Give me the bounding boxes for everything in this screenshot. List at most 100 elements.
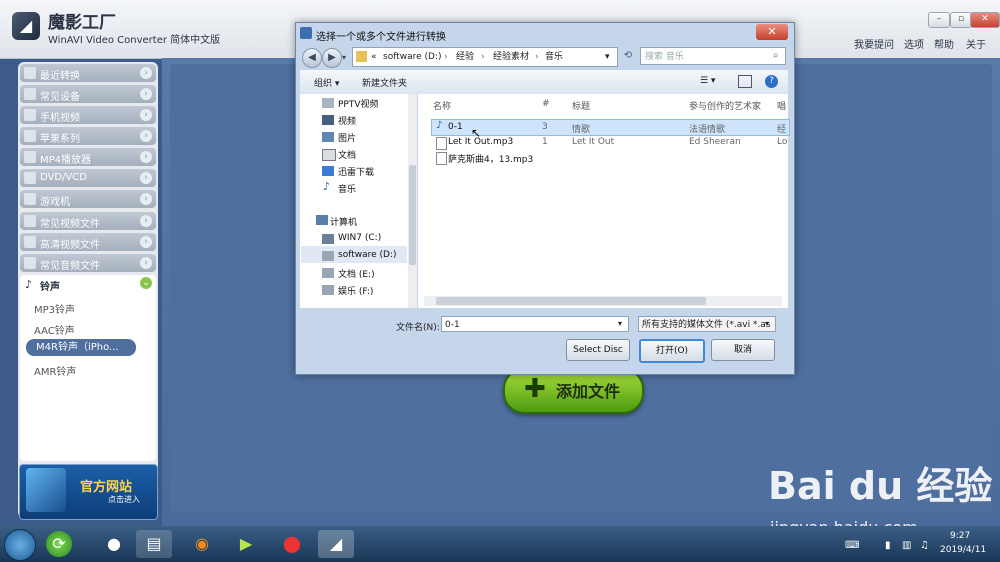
recent-icon xyxy=(24,67,36,79)
file-number: 3 xyxy=(542,122,548,132)
qq-icon[interactable]: ● xyxy=(96,530,132,558)
chevron-right-icon: › xyxy=(140,172,152,184)
filetype-dropdown-icon[interactable]: ▾ xyxy=(765,319,769,328)
organize-menu[interactable]: 组织 ▾ xyxy=(314,76,339,89)
audio-file-icon: ♪ xyxy=(436,120,443,131)
search-input[interactable]: 搜索 音乐 xyxy=(640,47,786,65)
ringtone-m4r-selected[interactable]: M4R铃声（iPho... xyxy=(26,339,136,356)
history-dropdown-icon[interactable]: ▾ xyxy=(342,53,346,62)
sidebar-item-devices[interactable]: 常见设备 › xyxy=(20,85,156,103)
options-link[interactable]: 选项 xyxy=(904,36,924,51)
add-file-label: 添加文件 xyxy=(556,382,621,401)
about-link[interactable]: 关于 xyxy=(966,36,986,51)
nav-videos[interactable]: 视频 xyxy=(338,114,356,127)
nav-drive-f[interactable]: 娱乐 (F:) xyxy=(338,284,373,297)
network-icon[interactable]: ▥ xyxy=(902,540,911,551)
breadcrumb-material[interactable]: 经验素材 xyxy=(493,48,529,66)
nav-pictures[interactable]: 图片 xyxy=(338,131,356,144)
address-bar[interactable]: « software (D:) › 经验 › 经验素材 › 音乐 ▾ xyxy=(352,47,618,67)
help-icon[interactable]: ? xyxy=(765,75,778,88)
picture-library-icon xyxy=(322,132,334,142)
battery-icon[interactable]: ▮ xyxy=(885,540,891,551)
video-player-icon[interactable]: ▶ xyxy=(228,530,264,558)
file-name[interactable]: 萨克斯曲4，13.mp3 xyxy=(448,152,533,165)
ringtone-mp3[interactable]: MP3铃声 xyxy=(34,301,75,316)
filename-dropdown-icon[interactable]: ▾ xyxy=(618,319,622,328)
apple-icon xyxy=(24,130,36,142)
breadcrumb-experience[interactable]: 经验 xyxy=(456,48,474,66)
file-name[interactable]: Let It Out.mp3 xyxy=(448,137,513,147)
filename-input[interactable]: 0-1 xyxy=(441,316,629,332)
chevron-right-icon: › xyxy=(140,151,152,163)
close-button[interactable]: ✕ xyxy=(970,12,1000,28)
nav-drive-e[interactable]: 文档 (E:) xyxy=(338,267,375,280)
mp3-file-icon xyxy=(436,152,447,165)
firefox-icon[interactable]: ◉ xyxy=(184,530,220,558)
sidebar-item-ringtone[interactable]: ♪ 铃声 ⌄ xyxy=(20,275,156,293)
nav-music[interactable]: 音乐 xyxy=(338,182,356,195)
ringtone-amr[interactable]: AMR铃声 xyxy=(34,363,76,378)
folder-icon xyxy=(356,51,367,62)
file-artist: Ed Sheeran xyxy=(689,137,741,147)
column-name[interactable]: 名称 xyxy=(433,99,451,112)
breadcrumb-drive[interactable]: software (D:) xyxy=(383,48,442,66)
view-options-icon[interactable]: ☰ ▾ xyxy=(700,76,715,86)
sidebar-item-hd-video[interactable]: 高清视频文件 › xyxy=(20,233,156,251)
select-disc-button[interactable]: Select Disc xyxy=(566,339,630,361)
maximize-button[interactable]: ▫ xyxy=(950,12,972,28)
search-icon: ⌕ xyxy=(773,50,779,61)
keyboard-icon[interactable]: ⌨ xyxy=(845,540,859,551)
column-album[interactable]: 唱 xyxy=(777,99,786,112)
cursor-arrow-icon xyxy=(26,468,66,512)
file-number: 1 xyxy=(542,137,548,147)
nav-pptv[interactable]: PPTV视频 xyxy=(338,97,379,110)
nav-drive-d[interactable]: software (D:) xyxy=(338,250,397,260)
volume-icon[interactable]: ♫ xyxy=(920,540,929,551)
column-artist[interactable]: 参与创作的艺术家 xyxy=(689,99,761,112)
sidebar-item-audio[interactable]: 常见音频文件 › xyxy=(20,254,156,272)
new-folder-button[interactable]: 新建文件夹 xyxy=(362,76,407,89)
file-explorer-icon[interactable]: ▤ xyxy=(136,530,172,558)
sidebar-item-video-files[interactable]: 常见视频文件 › xyxy=(20,212,156,230)
nav-documents[interactable]: 文档 xyxy=(338,148,356,161)
file-name[interactable]: 0-1 xyxy=(448,122,463,132)
breadcrumb-music[interactable]: 音乐 xyxy=(545,48,563,66)
sidebar-item-game[interactable]: 游戏机 › xyxy=(20,190,156,208)
back-button[interactable]: ◀ xyxy=(302,48,322,68)
sidebar-item-mobile[interactable]: 手机视频 › xyxy=(20,106,156,124)
filetype-select[interactable]: 所有支持的媒体文件 (*.avi *.as xyxy=(638,316,776,332)
help-question-link[interactable]: 我要提问 xyxy=(854,36,894,51)
sidebar-item-mp4[interactable]: MP4播放器 › xyxy=(20,148,156,166)
360-security-icon[interactable]: ⟳ xyxy=(46,531,72,557)
horizontal-scroll-thumb[interactable] xyxy=(436,297,706,305)
nav-thunder-download[interactable]: 迅雷下载 xyxy=(338,165,374,178)
winavi-taskbar-icon[interactable]: ◢ xyxy=(318,530,354,558)
column-title[interactable]: 标题 xyxy=(572,99,590,112)
table-row-selected[interactable] xyxy=(431,119,790,136)
sidebar-item-dvd[interactable]: DVD/VCD › xyxy=(20,169,156,187)
nav-scroll-thumb[interactable] xyxy=(409,165,416,265)
bell-icon: ♪ xyxy=(25,278,33,291)
cancel-button[interactable]: 取消 xyxy=(711,339,775,361)
forward-button[interactable]: ▶ xyxy=(322,48,342,68)
minimize-button[interactable]: – xyxy=(928,12,950,28)
ringtone-aac[interactable]: AAC铃声 xyxy=(34,322,75,337)
nav-computer[interactable]: 计算机 xyxy=(330,215,357,228)
filename-label: 文件名(N): xyxy=(396,323,440,333)
open-button[interactable]: 打开(O) xyxy=(639,339,705,363)
preview-pane-icon[interactable] xyxy=(738,75,752,88)
refresh-icon[interactable]: ⟲ xyxy=(620,47,636,65)
help-link[interactable]: 帮助 xyxy=(934,36,954,51)
sidebar-item-recent[interactable]: 最近转换 › xyxy=(20,64,156,82)
screen-recorder-icon[interactable]: ⬤ xyxy=(274,530,310,558)
clock-time[interactable]: 9:27 xyxy=(950,531,970,541)
drive-c-icon xyxy=(322,234,334,244)
sidebar-item-apple[interactable]: 苹果系列 › xyxy=(20,127,156,145)
dialog-close-button[interactable]: ✕ xyxy=(756,24,788,40)
dialog-app-icon xyxy=(300,27,312,39)
nav-drive-c[interactable]: WIN7 (C:) xyxy=(338,233,381,243)
clock-date[interactable]: 2019/4/11 xyxy=(940,545,986,555)
address-dropdown-icon[interactable]: ▾ xyxy=(605,48,610,66)
start-button[interactable] xyxy=(4,529,36,561)
column-number[interactable]: # xyxy=(542,99,550,109)
